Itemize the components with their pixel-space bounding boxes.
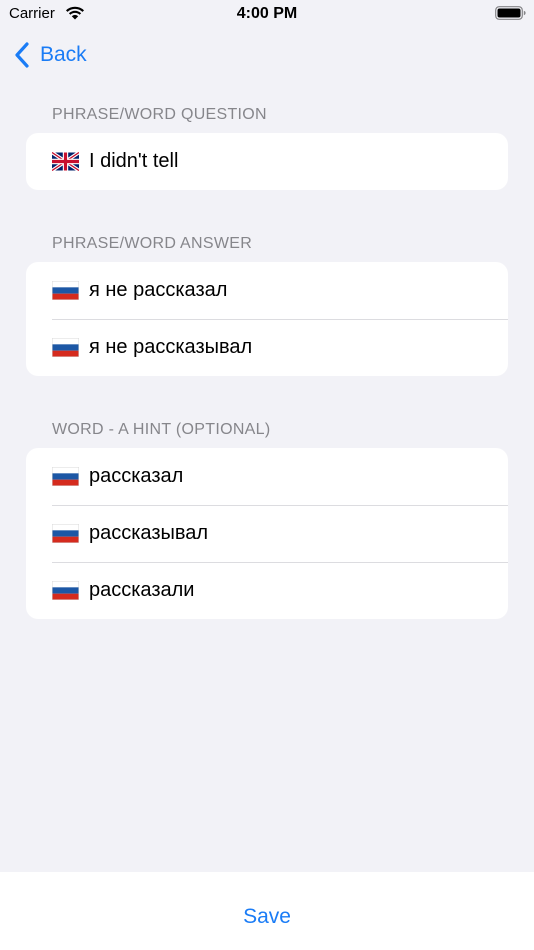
section-header-answer: PHRASE/WORD ANSWER xyxy=(52,235,253,252)
hint-text: рассказывал xyxy=(89,522,209,544)
russia-flag-icon xyxy=(52,281,79,300)
hint-text: рассказал xyxy=(89,465,184,487)
screen: Carrier 4:00 PM Back PHRASE/WORD QUESTIO… xyxy=(0,0,534,950)
section-header-hint: WORD - A HINT (OPTIONAL) xyxy=(52,421,271,438)
hint-row[interactable]: рассказывал xyxy=(26,505,508,562)
section-header-question: PHRASE/WORD QUESTION xyxy=(52,106,267,123)
russia-flag-icon xyxy=(52,581,79,600)
chevron-left-icon xyxy=(15,42,29,68)
bottom-bar: Save xyxy=(0,872,534,950)
hint-row[interactable]: рассказал xyxy=(26,448,508,505)
hint-text: рассказали xyxy=(89,579,195,601)
question-text: I didn't tell xyxy=(89,150,179,172)
russia-flag-icon xyxy=(52,338,79,357)
uk-flag-icon xyxy=(52,152,79,171)
hint-row[interactable]: рассказали xyxy=(26,562,508,619)
russia-flag-icon xyxy=(52,524,79,543)
answer-card: я не рассказал я не рассказывал xyxy=(26,262,508,376)
answer-row[interactable]: я не рассказывал xyxy=(26,319,508,376)
hint-card: рассказал рассказывал рассказали xyxy=(26,448,508,619)
save-button[interactable]: Save xyxy=(0,905,534,929)
question-card: I didn't tell xyxy=(26,133,508,190)
status-bar: Carrier 4:00 PM xyxy=(0,0,534,28)
answer-row[interactable]: я не рассказал xyxy=(26,262,508,319)
status-time: 4:00 PM xyxy=(236,5,298,22)
back-button[interactable]: Back xyxy=(14,38,87,72)
answer-text: я не рассказал xyxy=(89,279,228,301)
back-label: Back xyxy=(40,43,87,66)
answer-text: я не рассказывал xyxy=(89,336,253,358)
battery-icon xyxy=(495,6,526,20)
russia-flag-icon xyxy=(52,467,79,486)
question-row[interactable]: I didn't tell xyxy=(26,133,508,190)
